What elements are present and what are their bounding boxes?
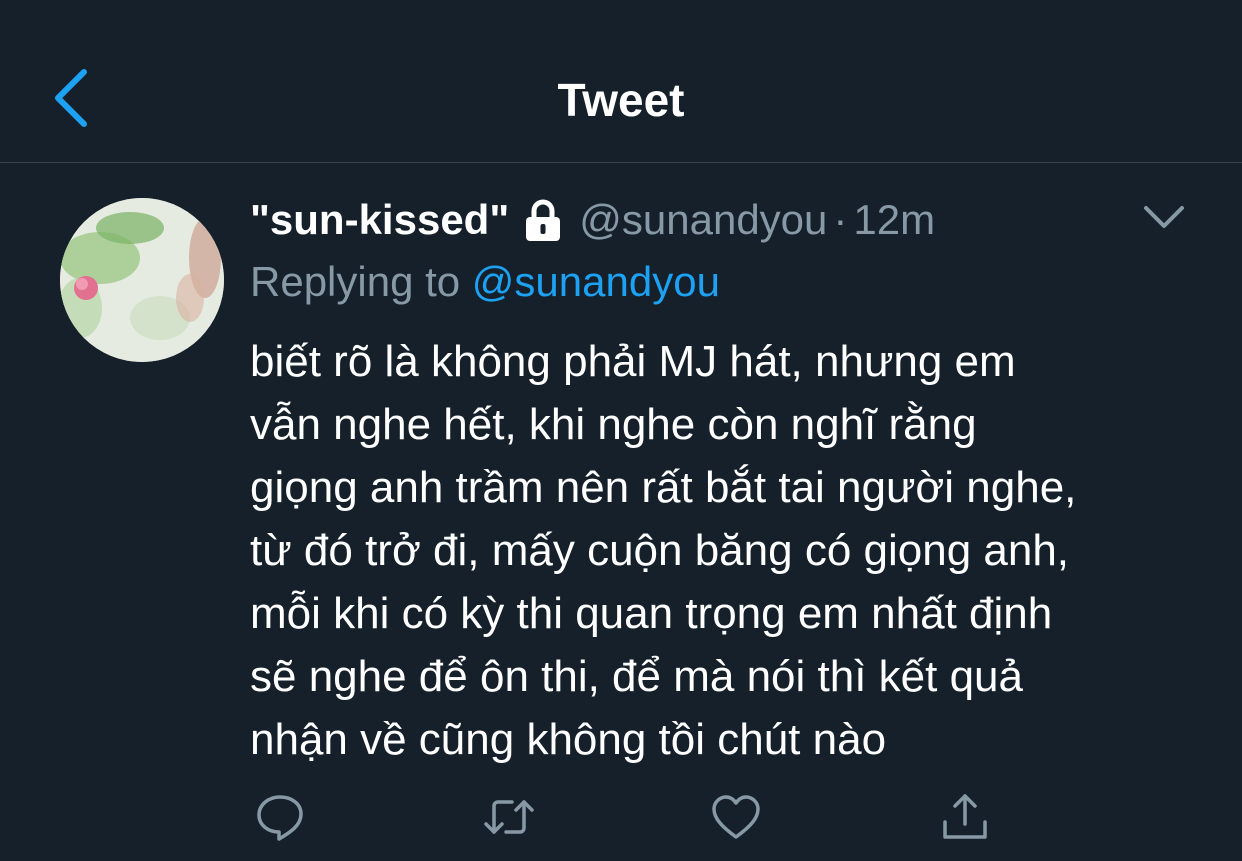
replying-to-line: Replying to @sunandyou xyxy=(250,256,720,308)
reply-icon[interactable] xyxy=(255,792,305,842)
author-handle[interactable]: @sunandyou xyxy=(579,196,827,244)
replying-to-handle-link[interactable]: @sunandyou xyxy=(472,258,720,305)
separator-dot: · xyxy=(833,196,848,243)
tweet-time: 12m xyxy=(853,196,936,243)
tweet-text-line: mỗi khi có kỳ thi quan trọng em nhất địn… xyxy=(250,589,1053,638)
chevron-down-icon[interactable] xyxy=(1140,200,1188,236)
lock-icon xyxy=(523,198,563,242)
display-name[interactable]: "sun-kissed" xyxy=(250,196,509,244)
share-icon[interactable] xyxy=(940,792,990,842)
tweet-text-line: từ đó trở đi, mấy cuộn băng có giọng anh… xyxy=(250,526,1070,575)
tweet-author-row: "sun-kissed" @sunandyou · 12m xyxy=(250,192,935,248)
tweet-actions xyxy=(0,792,1242,842)
page-title: Tweet xyxy=(557,74,685,126)
top-bar: Tweet xyxy=(0,0,1242,163)
tweet-text: biết rõ là không phải MJ hát, nhưng em v… xyxy=(250,330,1210,771)
tweet-text-line: biết rõ là không phải MJ hát, nhưng em xyxy=(250,337,1016,386)
avatar[interactable] xyxy=(60,198,224,362)
tweet-text-line: giọng anh trầm nên rất bắt tai người ngh… xyxy=(250,463,1077,512)
retweet-icon[interactable] xyxy=(484,792,534,842)
replying-to-label: Replying to xyxy=(250,258,461,305)
heart-icon[interactable] xyxy=(711,792,761,842)
tweet-text-line: vẫn nghe hết, khi nghe còn nghĩ rằng xyxy=(250,400,977,449)
tweet-text-line: nhận về cũng không tồi chút nào xyxy=(250,715,887,764)
tweet-text-line: sẽ nghe để ôn thi, để mà nói thì kết quả xyxy=(250,652,1023,701)
